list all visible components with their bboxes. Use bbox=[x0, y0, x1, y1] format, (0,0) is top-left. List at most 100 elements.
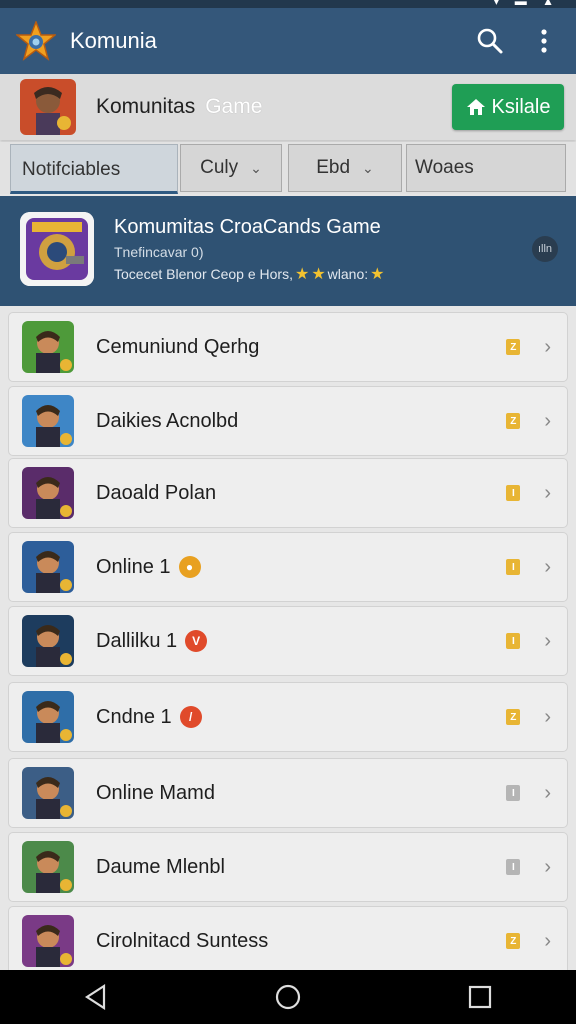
chevron-right-icon: › bbox=[544, 705, 551, 728]
list-item-label: Dallilku 1 bbox=[96, 629, 178, 652]
status-badge: / bbox=[179, 706, 202, 728]
recents-icon bbox=[468, 985, 492, 1009]
list-item[interactable]: Daume Mlenbl I › bbox=[8, 832, 568, 902]
game-icon bbox=[22, 321, 74, 373]
star-icon: ★ bbox=[294, 266, 310, 283]
chevron-right-icon: › bbox=[544, 481, 551, 504]
game-title-main: Komunitas bbox=[96, 95, 196, 118]
more-options-button[interactable] bbox=[520, 17, 568, 65]
list-item-label: Online 1 bbox=[96, 555, 171, 578]
chevron-down-icon: ⌄ bbox=[362, 159, 374, 176]
tag-icon: Z bbox=[506, 933, 521, 949]
tag-icon: Z bbox=[506, 339, 521, 355]
list-item-label: Daikies Acnolbd bbox=[96, 409, 239, 432]
tab-notifications[interactable]: Notifciables bbox=[10, 144, 178, 194]
search-icon bbox=[477, 28, 503, 54]
list-item-label: Online Mamd bbox=[96, 781, 215, 804]
featured-title: Komumitas CroaCands Game bbox=[114, 216, 381, 238]
more-vert-icon bbox=[541, 29, 547, 53]
list-item-name: Daikies Acnolbd bbox=[96, 410, 506, 433]
featured-description: Tocecet Blenor Ceop e Hors, ★ ★ wlano: ★ bbox=[114, 264, 384, 284]
featured-more-button[interactable]: ılln bbox=[532, 236, 558, 262]
featured-banner[interactable]: Komumitas CroaCands Game Tnefincavar 0) … bbox=[0, 196, 576, 306]
list-item-name: Daume Mlenbl bbox=[96, 856, 506, 879]
list-item-name: Cemuniund Qerhg bbox=[96, 336, 506, 359]
list-item-name: Dallilku 1 V bbox=[96, 630, 506, 653]
list-item-name: Cirolnitacd Suntess bbox=[96, 930, 506, 953]
game-icon bbox=[22, 767, 74, 819]
nav-back-button[interactable] bbox=[66, 970, 126, 1024]
back-icon bbox=[84, 984, 106, 1010]
game-icon bbox=[22, 395, 74, 447]
chevron-right-icon: › bbox=[544, 555, 551, 578]
status-icons: ▾ ▬ ▲ bbox=[493, 0, 560, 8]
game-title-light: Game bbox=[205, 95, 263, 118]
game-icon bbox=[22, 467, 74, 519]
list-item[interactable]: Cndne 1 / Z › bbox=[8, 682, 568, 752]
dropdown-label: Woaes bbox=[415, 157, 474, 178]
dropdown-label: Ebd bbox=[316, 157, 351, 178]
game-icon bbox=[22, 541, 74, 593]
list-item[interactable]: Daikies Acnolbd Z › bbox=[8, 386, 568, 456]
dropdown-label: Culy bbox=[200, 157, 239, 178]
list-item-name: Online Mamd bbox=[96, 782, 506, 805]
game-icon bbox=[22, 615, 74, 667]
dropdown-culy[interactable]: Culy ⌄ bbox=[180, 144, 282, 192]
dropdown-woaes[interactable]: Woaes bbox=[406, 144, 566, 192]
search-button[interactable] bbox=[466, 17, 514, 65]
status-badge: ● bbox=[178, 556, 201, 578]
dropdown-ebd[interactable]: Ebd ⌄ bbox=[288, 144, 402, 192]
app-title: Komunia bbox=[70, 28, 157, 53]
nav-recents-button[interactable] bbox=[450, 970, 510, 1024]
list-item[interactable]: Online Mamd I › bbox=[8, 758, 568, 828]
list-item[interactable]: Daoald Polan I › bbox=[8, 458, 568, 528]
list-item-label: Cirolnitacd Suntess bbox=[96, 929, 269, 952]
status-bar: ▾ ▬ ▲ bbox=[0, 0, 576, 8]
game-avatar bbox=[20, 79, 76, 135]
chevron-right-icon: › bbox=[544, 781, 551, 804]
tag-icon: I bbox=[506, 859, 521, 875]
tag-icon: Z bbox=[506, 413, 521, 429]
tag-icon: I bbox=[506, 485, 521, 501]
app-bar: Komunia bbox=[0, 8, 576, 74]
chevron-right-icon: › bbox=[544, 629, 551, 652]
chevron-right-icon: › bbox=[544, 409, 551, 432]
tag-icon: I bbox=[506, 785, 521, 801]
star-logo-icon bbox=[14, 19, 58, 61]
list-item[interactable]: Online 1 ● I › bbox=[8, 532, 568, 602]
list-item-label: Cemuniund Qerhg bbox=[96, 335, 260, 358]
status-badge: V bbox=[185, 630, 208, 652]
install-label: Ksilale bbox=[491, 95, 551, 118]
install-button[interactable]: Ksilale bbox=[452, 84, 564, 130]
game-icon bbox=[22, 691, 74, 743]
tag-icon: I bbox=[506, 559, 521, 575]
game-icon bbox=[22, 841, 74, 893]
list-item-name: Cndne 1 / bbox=[96, 706, 506, 729]
featured-game-image bbox=[20, 212, 94, 286]
chevron-right-icon: › bbox=[544, 929, 551, 952]
chevron-right-icon: › bbox=[544, 335, 551, 358]
chevron-right-icon: › bbox=[544, 855, 551, 878]
star-icon: ★ bbox=[311, 266, 326, 283]
game-icon bbox=[22, 915, 74, 967]
list-item-label: Daume Mlenbl bbox=[96, 855, 225, 878]
list-item-name: Daoald Polan bbox=[96, 482, 506, 505]
navigation-bar bbox=[0, 970, 576, 1024]
list-item[interactable]: Dallilku 1 V I › bbox=[8, 606, 568, 676]
list-item[interactable]: Cirolnitacd Suntess Z › bbox=[8, 906, 568, 976]
filter-row: Notifciables Culy ⌄ Ebd ⌄ Woaes bbox=[0, 142, 576, 194]
game-title: Komunitas Game bbox=[96, 95, 452, 119]
tag-icon: Z bbox=[506, 709, 521, 725]
chevron-down-icon: ⌄ bbox=[250, 159, 262, 176]
list-item-name: Online 1 ● bbox=[96, 556, 506, 579]
featured-subtitle: Tnefincavar 0) bbox=[114, 244, 204, 260]
list-item-label: Cndne 1 bbox=[96, 705, 172, 728]
home-circle-icon bbox=[275, 984, 301, 1010]
list-item[interactable]: Cemuniund Qerhg Z › bbox=[8, 312, 568, 382]
star-icon: ★ bbox=[370, 266, 385, 283]
tag-icon: I bbox=[506, 633, 521, 649]
game-header: Komunitas Game Ksilale bbox=[0, 74, 576, 140]
featured-description-text: Tocecet Blenor Ceop e Hors, bbox=[114, 266, 293, 282]
nav-home-button[interactable] bbox=[258, 970, 318, 1024]
featured-description-suffix: wlano: bbox=[327, 266, 369, 282]
